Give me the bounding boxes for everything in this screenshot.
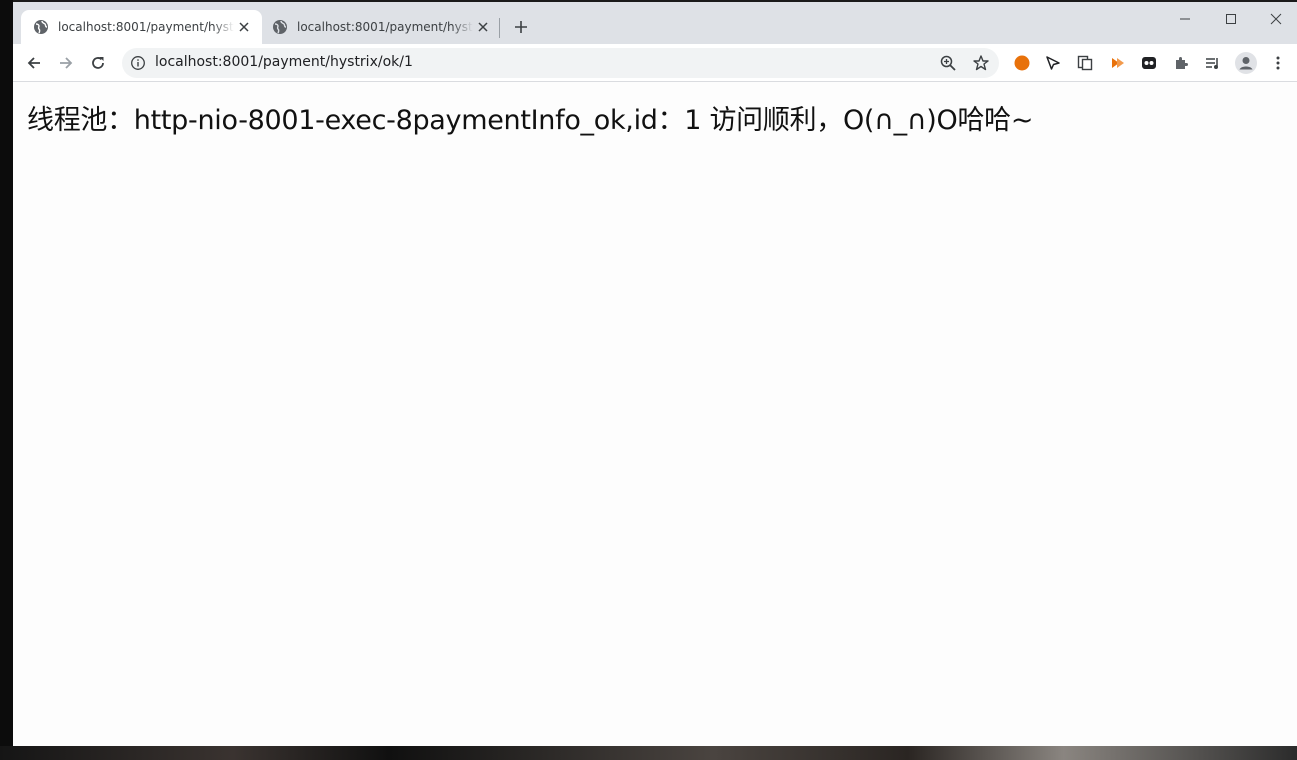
extension-cursor-icon[interactable] <box>1044 54 1062 72</box>
response-text: 线程池：http-nio-8001-exec-8paymentInfo_ok,i… <box>27 105 1034 136</box>
back-button[interactable] <box>21 50 47 76</box>
close-window-button[interactable] <box>1253 8 1297 30</box>
minimize-icon <box>1180 18 1190 20</box>
globe-icon <box>34 20 48 34</box>
plus-icon <box>515 21 527 33</box>
tab-title: localhost:8001/payment/hystrix/ok/1 <box>58 20 234 34</box>
extension-copy-icon[interactable] <box>1076 54 1094 72</box>
menu-kebab-icon[interactable] <box>1269 54 1287 72</box>
address-bar[interactable]: localhost:8001/payment/hystrix/ok/1 <box>122 48 999 78</box>
forward-button[interactable] <box>53 50 79 76</box>
media-queue-icon[interactable] <box>1204 54 1222 72</box>
close-icon <box>1270 13 1282 25</box>
extensions-puzzle-icon[interactable] <box>1172 54 1190 72</box>
zoom-icon[interactable] <box>939 54 957 72</box>
desktop-background-bottom <box>0 746 1297 760</box>
tab-separator <box>499 18 500 38</box>
tab-inactive[interactable]: localhost:8001/payment/hystrix/timeout/1 <box>260 10 501 44</box>
extension-play-icon[interactable] <box>1109 54 1127 72</box>
page-content: 线程池：http-nio-8001-exec-8paymentInfo_ok,i… <box>13 82 1297 746</box>
reload-button[interactable] <box>85 50 111 76</box>
arrow-left-icon <box>27 57 40 69</box>
browser-window: localhost:8001/payment/hystrix/ok/1 loca… <box>13 2 1297 746</box>
toolbar: localhost:8001/payment/hystrix/ok/1 <box>13 44 1297 82</box>
tab-active[interactable]: localhost:8001/payment/hystrix/ok/1 <box>21 10 262 44</box>
close-icon[interactable] <box>475 19 491 35</box>
minimize-button[interactable] <box>1162 8 1208 30</box>
arrow-right-icon <box>60 57 73 69</box>
desktop-background-left <box>0 0 13 760</box>
globe-icon <box>273 20 287 34</box>
star-icon[interactable] <box>972 54 990 72</box>
new-tab-button[interactable] <box>510 16 532 38</box>
url-text[interactable]: localhost:8001/payment/hystrix/ok/1 <box>155 54 413 70</box>
maximize-icon <box>1226 14 1236 24</box>
tab-strip: localhost:8001/payment/hystrix/ok/1 loca… <box>13 2 1297 44</box>
extension-orange-circle-icon[interactable] <box>1013 54 1031 72</box>
maximize-button[interactable] <box>1208 8 1254 30</box>
info-icon[interactable] <box>130 55 146 71</box>
profile-avatar-icon[interactable] <box>1235 52 1257 74</box>
tab-title: localhost:8001/payment/hystrix/timeout/1 <box>297 20 473 34</box>
close-icon[interactable] <box>236 19 252 35</box>
reload-icon <box>92 57 104 69</box>
extension-dark-icon[interactable] <box>1140 54 1158 72</box>
